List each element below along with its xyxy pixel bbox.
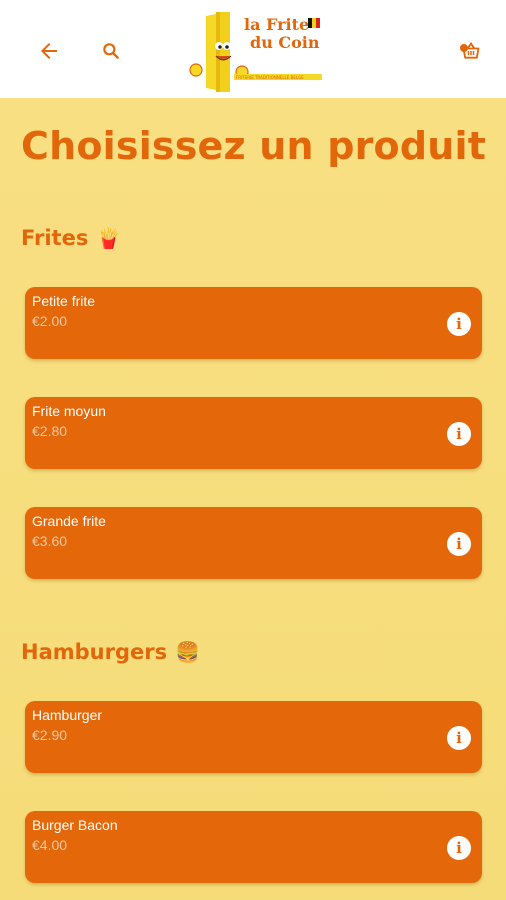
fries-icon: 🍟 [96,226,122,250]
info-icon[interactable]: i [447,532,471,556]
product-list: Choisissez un produit Frites 🍟 Petite fr… [0,98,506,900]
cart-button[interactable] [456,36,486,66]
product-card[interactable]: Frite moyun €2.80 i [25,397,482,469]
back-arrow-icon [41,43,57,59]
info-icon[interactable]: i [447,422,471,446]
section-title-label: Frites [21,226,89,250]
product-price: €4.00 [32,837,68,853]
page-title: Choisissez un produit [21,124,487,168]
search-icon [103,43,119,59]
info-icon[interactable]: i [447,836,471,860]
cart-icon [462,41,480,59]
product-name: Grande frite [32,513,106,529]
logo-tagline: FRITERIE TRADITIONNELLE BELGE [236,75,304,80]
section-title-label: Hamburgers [21,640,168,664]
product-price: €2.90 [32,727,68,743]
top-app-bar: la Frite du Coin FRITERIE TRADITIONNELLE… [0,0,506,98]
product-card[interactable]: Petite frite €2.00 i [25,287,482,359]
logo-text-line1: la Frite [244,15,309,34]
product-price: €3.60 [32,533,68,549]
product-name: Frite moyun [32,403,106,419]
product-price: €2.00 [32,313,68,329]
brand-logo: la Frite du Coin FRITERIE TRADITIONNELLE… [189,12,322,92]
section-title-frites: Frites 🍟 [21,226,121,250]
product-name: Petite frite [32,293,96,309]
product-card[interactable]: Grande frite €3.60 i [25,507,482,579]
product-name: Hamburger [32,707,103,723]
back-button[interactable] [34,36,64,66]
logo-text-line2: du Coin [250,33,320,52]
burger-icon: 🍔 [175,640,201,664]
product-price: €2.80 [32,423,68,439]
product-card[interactable]: Hamburger €2.90 i [25,701,482,773]
search-button[interactable] [96,36,126,66]
product-card[interactable]: Burger Bacon €4.00 i [25,811,482,883]
info-icon[interactable]: i [447,726,471,750]
product-name: Burger Bacon [32,817,118,833]
section-title-hamburgers: Hamburgers 🍔 [21,640,200,664]
info-icon[interactable]: i [447,312,471,336]
